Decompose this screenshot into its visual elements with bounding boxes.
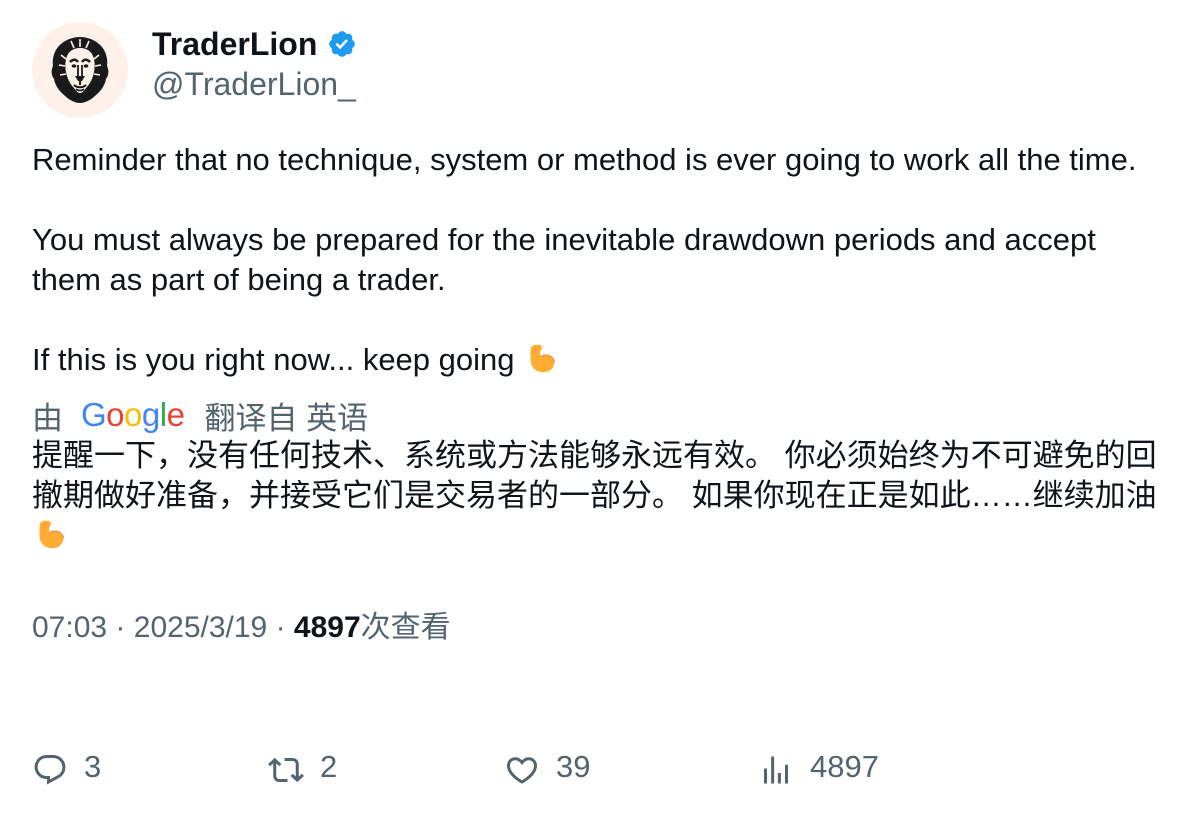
flexed-biceps-icon	[530, 344, 556, 373]
author-names: TraderLion @TraderLion_	[152, 22, 357, 104]
reply-button[interactable]: 3	[32, 745, 101, 795]
tweet-paragraph: You must always be prepared for the inev…	[32, 222, 1096, 297]
translation-attribution: 由 Google 翻译自 英语	[32, 394, 1172, 436]
lion-icon	[51, 37, 109, 103]
retweet-count: 2	[320, 749, 338, 784]
views-button[interactable]: 4897	[758, 745, 879, 795]
retweet-button[interactable]: 2	[268, 745, 337, 795]
tweet-date[interactable]: 2025/3/19	[134, 611, 267, 644]
translated-text-body: 提醒一下，没有任何技术、系统或方法能够永远有效。 你必须始终为不可避免的回撤期做…	[32, 438, 1157, 513]
reply-count: 3	[84, 749, 102, 784]
views-action-count: 4897	[810, 749, 879, 784]
flexed-biceps-icon	[39, 520, 64, 549]
retweet-icon	[268, 757, 304, 783]
translated-text: 提醒一下，没有任何技术、系统或方法能够永远有效。 你必须始终为不可避免的回撤期做…	[32, 436, 1167, 556]
google-logo: Google	[81, 396, 185, 433]
tweet-meta: 07:03 · 2025/3/19 · 4897次查看	[32, 608, 1172, 648]
tweet-paragraph-text: If this is you right now... keep going	[32, 342, 515, 377]
tweet-paragraph: Reminder that no technique, system or me…	[32, 142, 1137, 177]
tweet: TraderLion @TraderLion_ Reminder that no…	[32, 22, 1172, 648]
action-bar: 3 2 39 4897	[32, 745, 1172, 795]
verified-badge-icon	[329, 31, 356, 57]
views-count: 4897	[293, 611, 361, 644]
like-button[interactable]: 39	[504, 745, 590, 795]
views-label: 次查看	[360, 611, 451, 644]
meta-separator: ·	[115, 611, 126, 644]
tweet-header: TraderLion @TraderLion_	[32, 22, 1172, 122]
like-count: 39	[556, 749, 591, 784]
tweet-text: Reminder that no technique, system or me…	[32, 140, 1162, 380]
analytics-icon	[764, 756, 788, 784]
meta-separator: ·	[275, 611, 286, 644]
tweet-time[interactable]: 07:03	[32, 611, 107, 644]
reply-icon	[34, 755, 66, 785]
avatar[interactable]	[32, 22, 128, 118]
author-handle[interactable]: @TraderLion_	[152, 64, 357, 104]
translation-prefix: 由	[32, 400, 63, 436]
tweet-paragraph-last: If this is you right now... keep going	[32, 340, 1162, 380]
heart-icon	[506, 757, 538, 784]
display-name[interactable]: TraderLion	[152, 24, 317, 64]
translation-suffix: 翻译自 英语	[204, 400, 369, 436]
display-name-row: TraderLion	[152, 24, 357, 64]
